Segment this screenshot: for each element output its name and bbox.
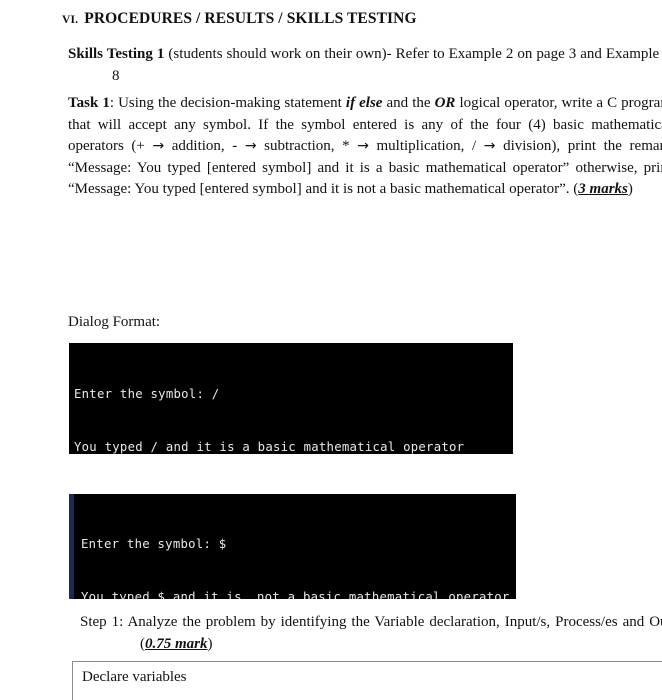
task-paragraph: Task 1: Using the decision-making statem…	[68, 93, 662, 201]
arrow-icon-division: →	[483, 138, 496, 154]
console-valid-operator: Enter the symbol: / You typed / and it i…	[69, 343, 513, 454]
section-heading: VI. PROCEDURES / RESULTS / SKILLS TESTING	[62, 10, 662, 28]
task-text-part6: multiplication, /	[368, 138, 484, 154]
step1-paragraph: Step 1: Analyze the problem by identifyi…	[80, 612, 662, 655]
section-title: PROCEDURES / RESULTS / SKILLS TESTING	[84, 10, 417, 27]
task-text-part4: addition, -	[164, 138, 245, 154]
task-emphasis-if-else: if else	[345, 95, 383, 111]
skills-testing-text: (students should work on their own)- Ref…	[112, 46, 662, 84]
arrow-icon-subtraction: →	[244, 138, 257, 154]
task-text-part2: and the	[382, 95, 435, 111]
task-marks: 3 marks	[578, 181, 628, 197]
arrow-icon-addition: →	[152, 138, 165, 154]
console-invalid-operator: Enter the symbol: $ You typed $ and it i…	[69, 494, 516, 599]
task-label: Task 1	[68, 95, 110, 111]
task-emphasis-or: OR	[434, 95, 456, 111]
console-line: You typed $ and it is not a basic mathem…	[81, 589, 510, 599]
dialog-format-label: Dialog Format:	[68, 314, 161, 330]
task-text-part1: : Using the decision-making statement	[109, 95, 346, 111]
task-text-part5: subtraction, *	[256, 138, 358, 154]
console-line: Enter the symbol: $	[81, 537, 227, 552]
step1-marks: 0.75 mark	[145, 635, 208, 652]
arrow-icon-multiplication: →	[357, 138, 369, 154]
document-page: VI. PROCEDURES / RESULTS / SKILLS TESTING…	[0, 0, 662, 700]
skills-testing-label: Skills Testing 1	[68, 46, 165, 62]
step1-suffix: )	[207, 635, 213, 652]
task-text-part8: )	[627, 181, 633, 197]
step1-label: Step 1:	[80, 614, 124, 630]
ipo-table: Declare variables	[72, 661, 662, 700]
skills-testing-paragraph: Skills Testing 1 (students should work o…	[68, 44, 662, 87]
section-numeral: VI.	[62, 14, 79, 26]
console-line: Enter the symbol: /	[74, 387, 220, 402]
table-cell-declare-variables: Declare variables	[82, 669, 187, 685]
console-line: You typed / and it is a basic mathematic…	[74, 439, 465, 454]
